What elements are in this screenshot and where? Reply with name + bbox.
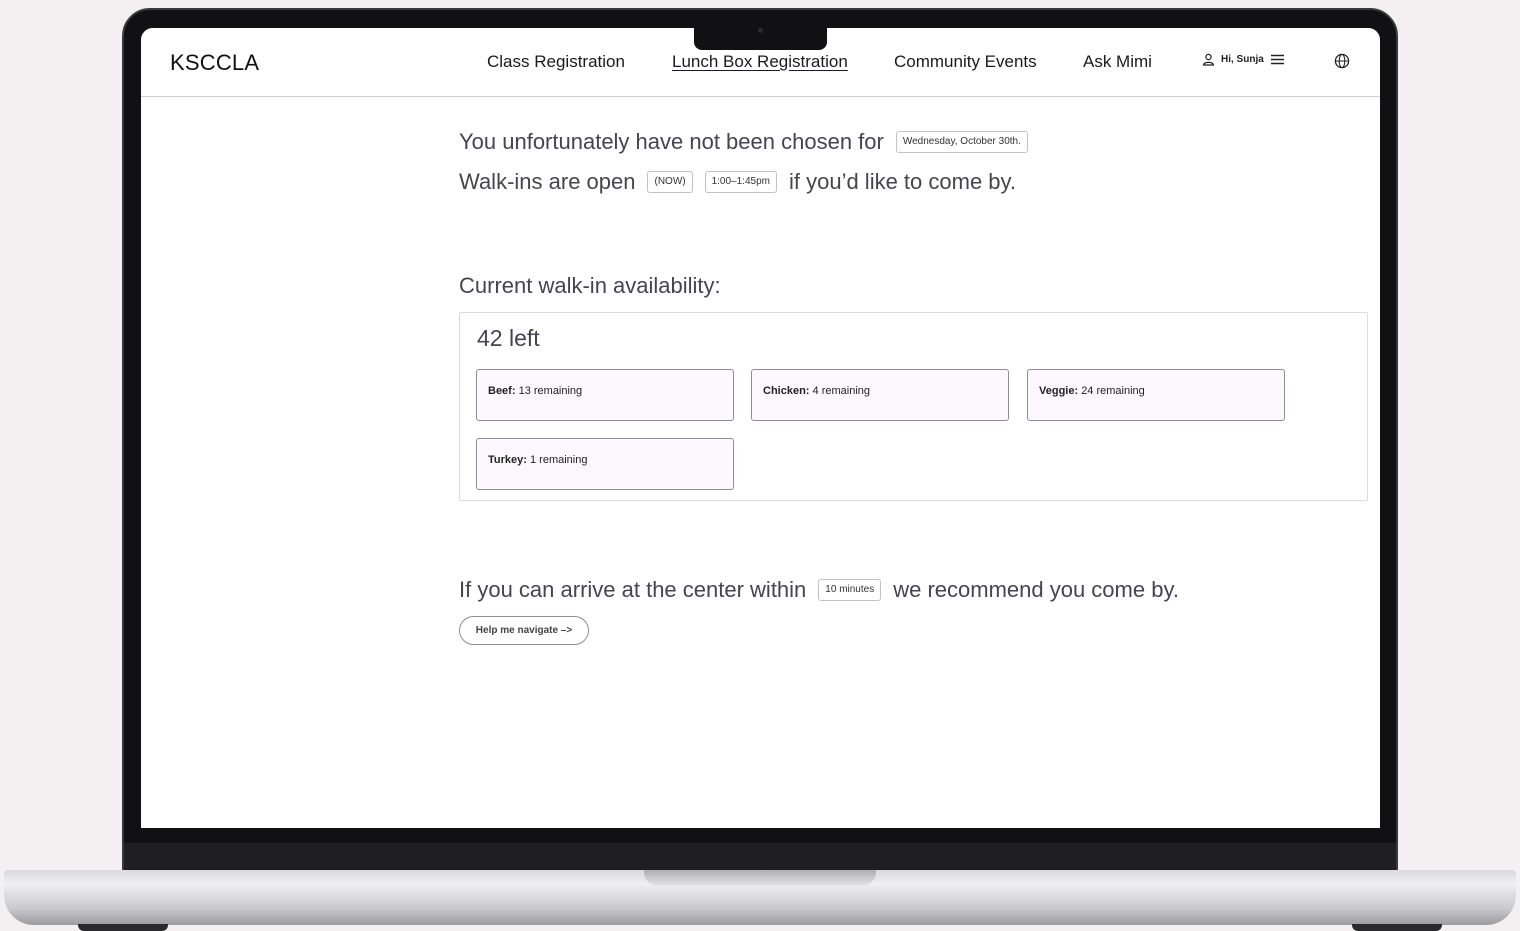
meal-name: Veggie: — [1039, 385, 1079, 397]
meal-name: Beef: — [488, 385, 516, 397]
hamburger-menu-icon[interactable] — [1270, 54, 1285, 65]
arrival-prefix: If you can arrive at the center within — [459, 577, 807, 602]
selection-status-line: You unfortunately have not been chosen f… — [459, 129, 1028, 155]
meal-card-turkey: Turkey: 1 remaining — [476, 438, 734, 490]
walkins-line: Walk-ins are open (NOW) 1:00–1:45pm if y… — [459, 169, 1016, 195]
user-menu[interactable]: Hi, Sunja — [1202, 53, 1285, 66]
arrival-recommendation-line: If you can arrive at the center within 1… — [459, 577, 1179, 603]
user-icon — [1202, 53, 1215, 66]
walkins-text: Walk-ins are open — [459, 169, 636, 194]
globe-icon[interactable] — [1334, 53, 1350, 69]
now-chip: (NOW) — [647, 171, 693, 193]
meal-card-veggie: Veggie: 24 remaining — [1027, 369, 1285, 421]
date-chip: Wednesday, October 30th. — [895, 131, 1028, 153]
total-left-count: 42 left — [477, 325, 540, 351]
arrival-suffix: we recommend you come by. — [893, 577, 1179, 602]
walkins-suffix: if you’d like to come by. — [788, 169, 1017, 194]
meal-remaining: 1 remaining — [529, 454, 588, 466]
nav-community-events[interactable]: Community Events — [894, 52, 1037, 72]
laptop-base-lip — [644, 870, 876, 886]
nav-ask-mimi[interactable]: Ask Mimi — [1083, 52, 1152, 72]
nav-class-registration[interactable]: Class Registration — [487, 52, 625, 72]
minutes-chip: 10 minutes — [818, 579, 882, 601]
not-chosen-text: You unfortunately have not been chosen f… — [459, 129, 884, 154]
camera-icon — [758, 28, 763, 33]
help-me-navigate-button[interactable]: Help me navigate –> — [459, 616, 589, 645]
meal-name: Turkey: — [488, 454, 527, 466]
meal-name: Chicken: — [763, 385, 810, 397]
laptop-chin — [124, 843, 1396, 871]
time-chip: 1:00–1:45pm — [704, 171, 777, 193]
site-logo[interactable]: KSCCLA — [170, 50, 259, 76]
meal-card-chicken: Chicken: 4 remaining — [751, 369, 1009, 421]
availability-panel: 42 left Beef: 13 remaining Chicken: 4 re… — [459, 312, 1368, 501]
meal-remaining: 4 remaining — [812, 385, 871, 397]
laptop-foot-right — [1352, 924, 1442, 931]
meal-card-beef: Beef: 13 remaining — [476, 369, 734, 421]
nav-lunch-box-registration[interactable]: Lunch Box Registration — [672, 52, 848, 72]
meal-remaining: 13 remaining — [518, 385, 583, 397]
meal-remaining: 24 remaining — [1081, 385, 1145, 397]
availability-title: Current walk-in availability: — [459, 273, 721, 298]
laptop-foot-left — [78, 924, 168, 931]
screen: KSCCLA Class Registration Lunch Box Regi… — [141, 28, 1380, 828]
user-greeting: Hi, Sunja — [1221, 54, 1264, 65]
